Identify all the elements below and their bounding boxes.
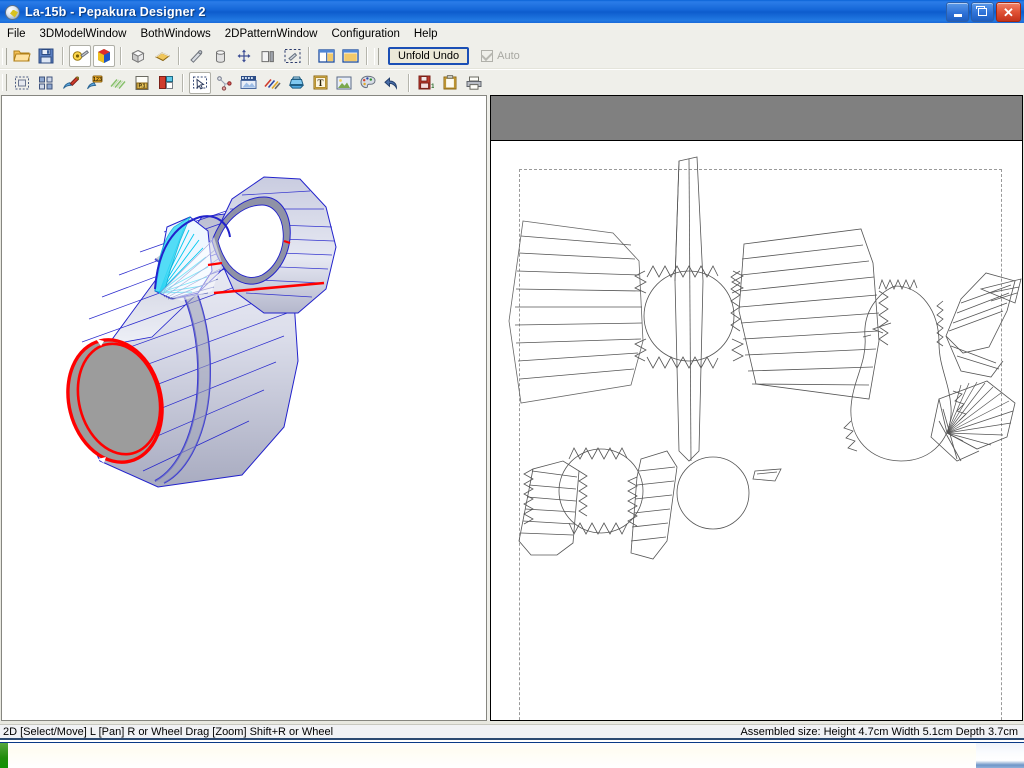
model-color-icon[interactable]	[93, 45, 115, 67]
toolbar-grip[interactable]	[2, 74, 7, 91]
flat-shading-icon[interactable]	[127, 45, 149, 67]
unfold-undo-button[interactable]: Unfold Undo	[388, 47, 470, 65]
status-hint: 2D [Select/Move] L [Pan] R or Wheel Drag…	[3, 725, 334, 738]
system-tray[interactable]	[976, 743, 1024, 768]
start-button[interactable]	[0, 743, 8, 768]
menu-3dmodelwindow[interactable]: 3DModelWindow	[33, 26, 134, 42]
cylinder-icon[interactable]	[209, 45, 231, 67]
svg-text:1: 1	[431, 83, 434, 90]
palette-icon[interactable]	[357, 72, 379, 94]
pattern-page[interactable]	[491, 141, 1022, 720]
menu-bothwindows[interactable]: BothWindows	[133, 26, 217, 42]
save-as-icon[interactable]: 1	[415, 72, 437, 94]
number-tabs-icon[interactable]: 123	[83, 72, 105, 94]
svg-text:T: T	[317, 78, 323, 88]
toolbar-separator	[182, 73, 184, 92]
minimize-button[interactable]	[946, 2, 969, 22]
3d-model-drawing	[66, 176, 337, 488]
pepakura-app-icon	[4, 4, 20, 20]
auto-checkbox-group[interactable]: Auto	[481, 48, 520, 62]
flip-axis-icon[interactable]	[233, 45, 255, 67]
restore-button[interactable]	[971, 2, 994, 22]
toolbar-primary: Unfold Undo Auto	[0, 44, 1024, 69]
auto-checkbox[interactable]	[481, 48, 494, 62]
window-single-icon[interactable]	[339, 45, 361, 67]
2d-pattern-viewport[interactable]	[490, 95, 1023, 721]
pattern-pieces-drawing	[508, 156, 1022, 560]
line-style-icon[interactable]	[107, 72, 129, 94]
menu-file[interactable]: File	[0, 26, 33, 42]
svg-text:123: 123	[93, 76, 102, 82]
auto-label: Auto	[497, 50, 520, 62]
menu-help[interactable]: Help	[407, 26, 445, 42]
window-title: La-15b - Pepakura Designer 2	[25, 4, 206, 19]
texture-view-icon[interactable]	[151, 45, 173, 67]
texture-paint-icon[interactable]	[69, 45, 91, 67]
film-strip-icon[interactable]	[237, 72, 259, 94]
toolbar-separator	[178, 47, 180, 65]
add-text-icon[interactable]: T	[309, 72, 331, 94]
clipboard-icon[interactable]	[439, 72, 461, 94]
edge-select-icon[interactable]	[185, 45, 207, 67]
fold-line-icon[interactable]	[155, 72, 177, 94]
window-split-vertical-icon[interactable]	[315, 45, 337, 67]
add-image-icon[interactable]	[333, 72, 355, 94]
select-area-icon[interactable]	[11, 72, 33, 94]
assembled-size-label: Assembled size: Height 4.7cm Width 5.1cm…	[740, 725, 1018, 738]
title-bar: La-15b - Pepakura Designer 2 ✕	[0, 0, 1024, 24]
menu-configuration[interactable]: Configuration	[324, 26, 406, 42]
status-bar: 2D [Select/Move] L [Pan] R or Wheel Drag…	[0, 724, 1024, 740]
select-region-icon[interactable]	[281, 45, 303, 67]
page-layout-icon[interactable]: P.1	[131, 72, 153, 94]
pointer-select-icon[interactable]	[189, 71, 211, 94]
scale-icon[interactable]	[285, 72, 307, 94]
join-disjoin-icon[interactable]	[213, 72, 235, 94]
toolbar-secondary: 123 P.1 T 1	[0, 70, 1024, 96]
close-button[interactable]: ✕	[996, 2, 1021, 22]
edit-flap-icon[interactable]	[59, 72, 81, 94]
toolbar-grip[interactable]	[2, 47, 7, 65]
work-area	[0, 95, 1024, 724]
menu-2dpatternwindow[interactable]: 2DPatternWindow	[218, 26, 325, 42]
toolbar-separator	[62, 47, 64, 65]
toolbar-separator	[366, 47, 368, 65]
pattern-header-band	[491, 96, 1022, 141]
3d-model-viewport[interactable]	[1, 95, 487, 721]
window-controls: ✕	[946, 2, 1021, 22]
arrange-parts-icon[interactable]	[35, 72, 57, 94]
toolbar-separator	[120, 47, 122, 65]
undo-icon[interactable]	[381, 72, 403, 94]
application-window: La-15b - Pepakura Designer 2 ✕ File 3DMo…	[0, 0, 1024, 768]
line-colors-icon[interactable]	[261, 72, 283, 94]
open-close-icon[interactable]	[257, 45, 279, 67]
menu-bar: File 3DModelWindow BothWindows 2DPattern…	[0, 23, 1024, 45]
toolbar-separator	[408, 73, 410, 92]
svg-text:P.1: P.1	[138, 83, 145, 89]
print-icon[interactable]	[463, 72, 485, 94]
open-file-icon[interactable]	[11, 45, 33, 67]
toolbar-grip[interactable]	[374, 47, 379, 65]
toolbar-separator	[308, 47, 310, 65]
save-file-icon[interactable]	[35, 45, 57, 67]
taskbar	[0, 742, 1024, 768]
